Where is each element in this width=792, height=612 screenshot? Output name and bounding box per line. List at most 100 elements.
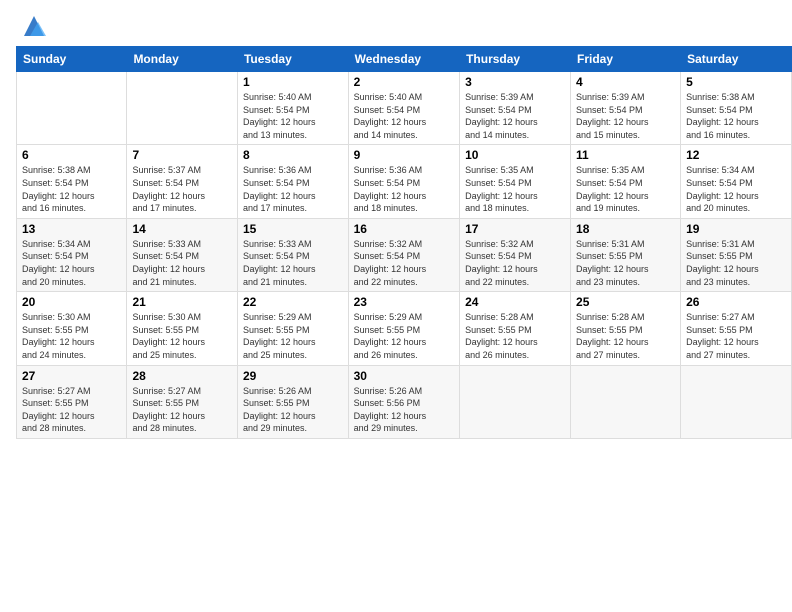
day-info: Sunrise: 5:29 AM Sunset: 5:55 PM Dayligh…: [354, 311, 454, 361]
calendar-week-2: 6Sunrise: 5:38 AM Sunset: 5:54 PM Daylig…: [17, 145, 792, 218]
day-info: Sunrise: 5:33 AM Sunset: 5:54 PM Dayligh…: [132, 238, 232, 288]
day-number: 14: [132, 222, 232, 236]
day-number: 24: [465, 295, 565, 309]
day-info: Sunrise: 5:26 AM Sunset: 5:55 PM Dayligh…: [243, 385, 343, 435]
day-header-tuesday: Tuesday: [237, 47, 348, 72]
day-info: Sunrise: 5:27 AM Sunset: 5:55 PM Dayligh…: [22, 385, 121, 435]
day-info: Sunrise: 5:38 AM Sunset: 5:54 PM Dayligh…: [686, 91, 786, 141]
day-number: 10: [465, 148, 565, 162]
calendar-cell: 16 Sunrise: 5:32 AM Sunset: 5:54 PM Dayli…: [348, 218, 459, 291]
calendar-cell: 2Sunrise: 5:40 AM Sunset: 5:54 PM Daylig…: [348, 72, 459, 145]
calendar-cell: 13 Sunrise: 5:34 AM Sunset: 5:54 PM Dayli…: [17, 218, 127, 291]
calendar-cell: 27 Sunrise: 5:27 AM Sunset: 5:55 PM Dayli…: [17, 365, 127, 438]
day-number: 17: [465, 222, 565, 236]
calendar-cell: 14 Sunrise: 5:33 AM Sunset: 5:54 PM Dayli…: [127, 218, 238, 291]
calendar-cell: 25 Sunrise: 5:28 AM Sunset: 5:55 PM Dayli…: [571, 292, 681, 365]
calendar-cell: 7Sunrise: 5:37 AM Sunset: 5:54 PM Daylig…: [127, 145, 238, 218]
calendar-cell: 9 Sunrise: 5:36 AM Sunset: 5:54 PM Daylig…: [348, 145, 459, 218]
calendar-week-5: 27 Sunrise: 5:27 AM Sunset: 5:55 PM Dayli…: [17, 365, 792, 438]
calendar-cell: [571, 365, 681, 438]
day-info: Sunrise: 5:26 AM Sunset: 5:56 PM Dayligh…: [354, 385, 454, 435]
page-header: [0, 0, 792, 46]
day-number: 30: [354, 369, 454, 383]
calendar-cell: [127, 72, 238, 145]
day-number: 1: [243, 75, 343, 89]
day-number: 9: [354, 148, 454, 162]
day-info: Sunrise: 5:28 AM Sunset: 5:55 PM Dayligh…: [465, 311, 565, 361]
day-number: 6: [22, 148, 121, 162]
day-info: Sunrise: 5:30 AM Sunset: 5:55 PM Dayligh…: [132, 311, 232, 361]
day-header-sunday: Sunday: [17, 47, 127, 72]
day-number: 29: [243, 369, 343, 383]
calendar-cell: 23 Sunrise: 5:29 AM Sunset: 5:55 PM Dayli…: [348, 292, 459, 365]
day-number: 8: [243, 148, 343, 162]
day-info: Sunrise: 5:37 AM Sunset: 5:54 PM Dayligh…: [132, 164, 232, 214]
calendar-cell: 17 Sunrise: 5:32 AM Sunset: 5:54 PM Dayli…: [460, 218, 571, 291]
calendar-cell: 10 Sunrise: 5:35 AM Sunset: 5:54 PM Dayli…: [460, 145, 571, 218]
day-info: Sunrise: 5:35 AM Sunset: 5:54 PM Dayligh…: [576, 164, 675, 214]
calendar-cell: 3 Sunrise: 5:39 AM Sunset: 5:54 PM Daylig…: [460, 72, 571, 145]
calendar-cell: 22 Sunrise: 5:29 AM Sunset: 5:55 PM Dayli…: [237, 292, 348, 365]
day-number: 23: [354, 295, 454, 309]
day-info: Sunrise: 5:40 AM Sunset: 5:54 PM Dayligh…: [243, 91, 343, 141]
day-number: 25: [576, 295, 675, 309]
day-info: Sunrise: 5:27 AM Sunset: 5:55 PM Dayligh…: [686, 311, 786, 361]
day-number: 5: [686, 75, 786, 89]
day-header-thursday: Thursday: [460, 47, 571, 72]
day-number: 27: [22, 369, 121, 383]
calendar-cell: 26 Sunrise: 5:27 AM Sunset: 5:55 PM Dayli…: [681, 292, 792, 365]
day-info: Sunrise: 5:35 AM Sunset: 5:54 PM Dayligh…: [465, 164, 565, 214]
calendar-cell: 4 Sunrise: 5:39 AM Sunset: 5:54 PM Daylig…: [571, 72, 681, 145]
day-number: 12: [686, 148, 786, 162]
calendar-week-3: 13 Sunrise: 5:34 AM Sunset: 5:54 PM Dayli…: [17, 218, 792, 291]
calendar-cell: 24 Sunrise: 5:28 AM Sunset: 5:55 PM Dayli…: [460, 292, 571, 365]
calendar-cell: [681, 365, 792, 438]
calendar-cell: 21 Sunrise: 5:30 AM Sunset: 5:55 PM Dayli…: [127, 292, 238, 365]
day-number: 26: [686, 295, 786, 309]
day-info: Sunrise: 5:27 AM Sunset: 5:55 PM Dayligh…: [132, 385, 232, 435]
day-info: Sunrise: 5:34 AM Sunset: 5:54 PM Dayligh…: [22, 238, 121, 288]
calendar-cell: 19 Sunrise: 5:31 AM Sunset: 5:55 PM Dayli…: [681, 218, 792, 291]
day-header-saturday: Saturday: [681, 47, 792, 72]
day-info: Sunrise: 5:39 AM Sunset: 5:54 PM Dayligh…: [465, 91, 565, 141]
day-info: Sunrise: 5:32 AM Sunset: 5:54 PM Dayligh…: [465, 238, 565, 288]
day-info: Sunrise: 5:36 AM Sunset: 5:54 PM Dayligh…: [243, 164, 343, 214]
day-info: Sunrise: 5:28 AM Sunset: 5:55 PM Dayligh…: [576, 311, 675, 361]
day-number: 22: [243, 295, 343, 309]
calendar-cell: [17, 72, 127, 145]
calendar-cell: 15Sunrise: 5:33 AM Sunset: 5:54 PM Dayli…: [237, 218, 348, 291]
day-info: Sunrise: 5:34 AM Sunset: 5:54 PM Dayligh…: [686, 164, 786, 214]
calendar-header: SundayMondayTuesdayWednesdayThursdayFrid…: [17, 47, 792, 72]
calendar-cell: 18 Sunrise: 5:31 AM Sunset: 5:55 PM Dayli…: [571, 218, 681, 291]
day-number: 21: [132, 295, 232, 309]
day-info: Sunrise: 5:31 AM Sunset: 5:55 PM Dayligh…: [686, 238, 786, 288]
day-info: Sunrise: 5:31 AM Sunset: 5:55 PM Dayligh…: [576, 238, 675, 288]
day-number: 18: [576, 222, 675, 236]
calendar-cell: 20 Sunrise: 5:30 AM Sunset: 5:55 PM Dayli…: [17, 292, 127, 365]
day-number: 28: [132, 369, 232, 383]
calendar-cell: 5 Sunrise: 5:38 AM Sunset: 5:54 PM Daylig…: [681, 72, 792, 145]
calendar-wrapper: SundayMondayTuesdayWednesdayThursdayFrid…: [0, 46, 792, 447]
day-header-monday: Monday: [127, 47, 238, 72]
logo: [18, 12, 48, 40]
day-info: Sunrise: 5:32 AM Sunset: 5:54 PM Dayligh…: [354, 238, 454, 288]
day-info: Sunrise: 5:36 AM Sunset: 5:54 PM Dayligh…: [354, 164, 454, 214]
day-info: Sunrise: 5:29 AM Sunset: 5:55 PM Dayligh…: [243, 311, 343, 361]
day-info: Sunrise: 5:39 AM Sunset: 5:54 PM Dayligh…: [576, 91, 675, 141]
day-number: 4: [576, 75, 675, 89]
day-number: 13: [22, 222, 121, 236]
calendar-week-1: 1 Sunrise: 5:40 AM Sunset: 5:54 PM Daylig…: [17, 72, 792, 145]
day-number: 11: [576, 148, 675, 162]
logo-icon: [20, 12, 48, 40]
day-number: 16: [354, 222, 454, 236]
calendar-cell: 28 Sunrise: 5:27 AM Sunset: 5:55 PM Dayli…: [127, 365, 238, 438]
day-header-wednesday: Wednesday: [348, 47, 459, 72]
day-info: Sunrise: 5:33 AM Sunset: 5:54 PM Dayligh…: [243, 238, 343, 288]
calendar-cell: 11 Sunrise: 5:35 AM Sunset: 5:54 PM Dayli…: [571, 145, 681, 218]
day-number: 19: [686, 222, 786, 236]
day-number: 20: [22, 295, 121, 309]
day-header-friday: Friday: [571, 47, 681, 72]
calendar-cell: 8 Sunrise: 5:36 AM Sunset: 5:54 PM Daylig…: [237, 145, 348, 218]
day-info: Sunrise: 5:30 AM Sunset: 5:55 PM Dayligh…: [22, 311, 121, 361]
day-number: 3: [465, 75, 565, 89]
